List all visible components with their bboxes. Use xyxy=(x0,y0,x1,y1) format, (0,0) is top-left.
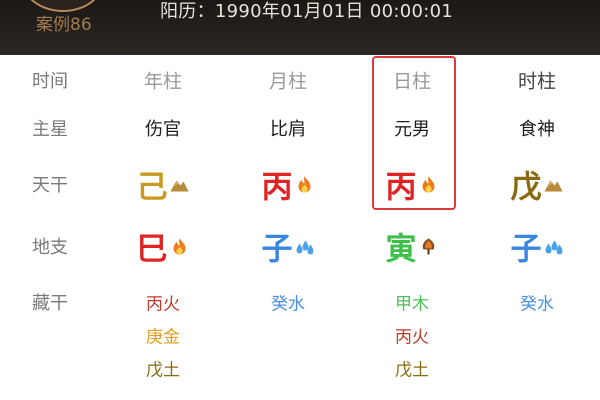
row-label-text: 地支 xyxy=(32,237,68,258)
hidden-stem-text: 癸水 xyxy=(520,294,554,315)
main-star-text: 伤官 xyxy=(145,119,181,140)
hidden-stem: 庚金 xyxy=(146,323,180,348)
heavenly-stem-text: 己 xyxy=(136,169,168,206)
pillar-header[interactable]: 日柱 xyxy=(393,67,431,94)
water-drops-icon xyxy=(545,240,563,254)
main-star[interactable]: 元男 xyxy=(394,115,430,141)
hidden-stem: 丙火 xyxy=(395,323,429,348)
earthly-branch[interactable]: 寅 xyxy=(386,224,439,269)
hidden-stem: 甲木 xyxy=(395,290,429,315)
row-label: 藏干 xyxy=(32,289,68,315)
row-label: 主星 xyxy=(32,115,68,141)
hidden-stem: 戊土 xyxy=(395,356,429,381)
hidden-stem: 丙火 xyxy=(146,290,180,315)
hidden-stem-text: 甲木 xyxy=(395,294,429,315)
main-star-text: 元男 xyxy=(394,119,430,140)
pillar-header[interactable]: 月柱 xyxy=(269,67,307,94)
heavenly-stem-text: 丙 xyxy=(385,169,417,206)
hidden-stem: 癸水 xyxy=(271,290,305,315)
row-label: 天干 xyxy=(32,171,68,197)
hidden-stem: 癸水 xyxy=(520,290,554,315)
hidden-stem-text: 丙火 xyxy=(146,294,180,315)
pillar-header-text: 月柱 xyxy=(268,70,308,93)
pillar-header-text: 日柱 xyxy=(392,70,432,93)
row-label: 地支 xyxy=(32,233,68,259)
wood-tree-icon xyxy=(422,238,435,254)
earth-mound-icon xyxy=(544,180,563,191)
heavenly-stem[interactable]: 丙 xyxy=(386,162,439,207)
main-star[interactable]: 食神 xyxy=(519,115,555,141)
row-label-text: 天干 xyxy=(32,175,68,196)
earthly-branch[interactable]: 巳 xyxy=(137,224,190,269)
solar-date: 阳历：1990年01月01日 00:00:01 xyxy=(160,1,454,22)
pillar-header-text: 年柱 xyxy=(143,70,183,93)
hidden-stem-text: 戊土 xyxy=(395,360,429,381)
app-header: 案例86 阳历：1990年01月01日 00:00:01 xyxy=(0,0,600,55)
fire-icon xyxy=(173,238,186,254)
earthly-branch-text: 子 xyxy=(261,231,293,268)
hidden-stem-text: 庚金 xyxy=(146,327,180,348)
heavenly-stem-text: 戊 xyxy=(510,169,542,206)
earthly-branch-text: 巳 xyxy=(136,231,168,268)
main-star-text: 比肩 xyxy=(270,119,306,140)
main-star[interactable]: 伤官 xyxy=(145,115,181,141)
heavenly-stem-text: 丙 xyxy=(261,169,293,206)
fire-icon xyxy=(298,176,311,192)
heavenly-stem[interactable]: 丙 xyxy=(262,162,315,207)
row-label-text: 主星 xyxy=(32,119,68,140)
water-drops-icon xyxy=(296,240,314,254)
hidden-stem-text: 戊土 xyxy=(146,360,180,381)
pillar-header[interactable]: 年柱 xyxy=(144,67,182,94)
pillar-header-text: 时柱 xyxy=(517,70,557,93)
case-label: 案例86 xyxy=(36,15,92,35)
earthly-branch-text: 子 xyxy=(510,231,542,268)
hidden-stem-text: 丙火 xyxy=(395,327,429,348)
heavenly-stem[interactable]: 己 xyxy=(137,162,190,207)
main-star-text: 食神 xyxy=(519,119,555,140)
earth-mound-icon xyxy=(170,180,189,191)
earthly-branch[interactable]: 子 xyxy=(262,224,315,269)
row-label-text: 藏干 xyxy=(32,293,68,314)
main-star[interactable]: 比肩 xyxy=(270,115,306,141)
earthly-branch-text: 寅 xyxy=(385,231,417,268)
heavenly-stem[interactable]: 戊 xyxy=(511,162,564,207)
row-label: 时间 xyxy=(32,67,68,93)
row-label-text: 时间 xyxy=(32,71,68,92)
hidden-stem: 戊土 xyxy=(146,356,180,381)
pillar-header[interactable]: 时柱 xyxy=(518,67,556,94)
earthly-branch[interactable]: 子 xyxy=(511,224,564,269)
hidden-stem-text: 癸水 xyxy=(271,294,305,315)
fire-icon xyxy=(422,176,435,192)
